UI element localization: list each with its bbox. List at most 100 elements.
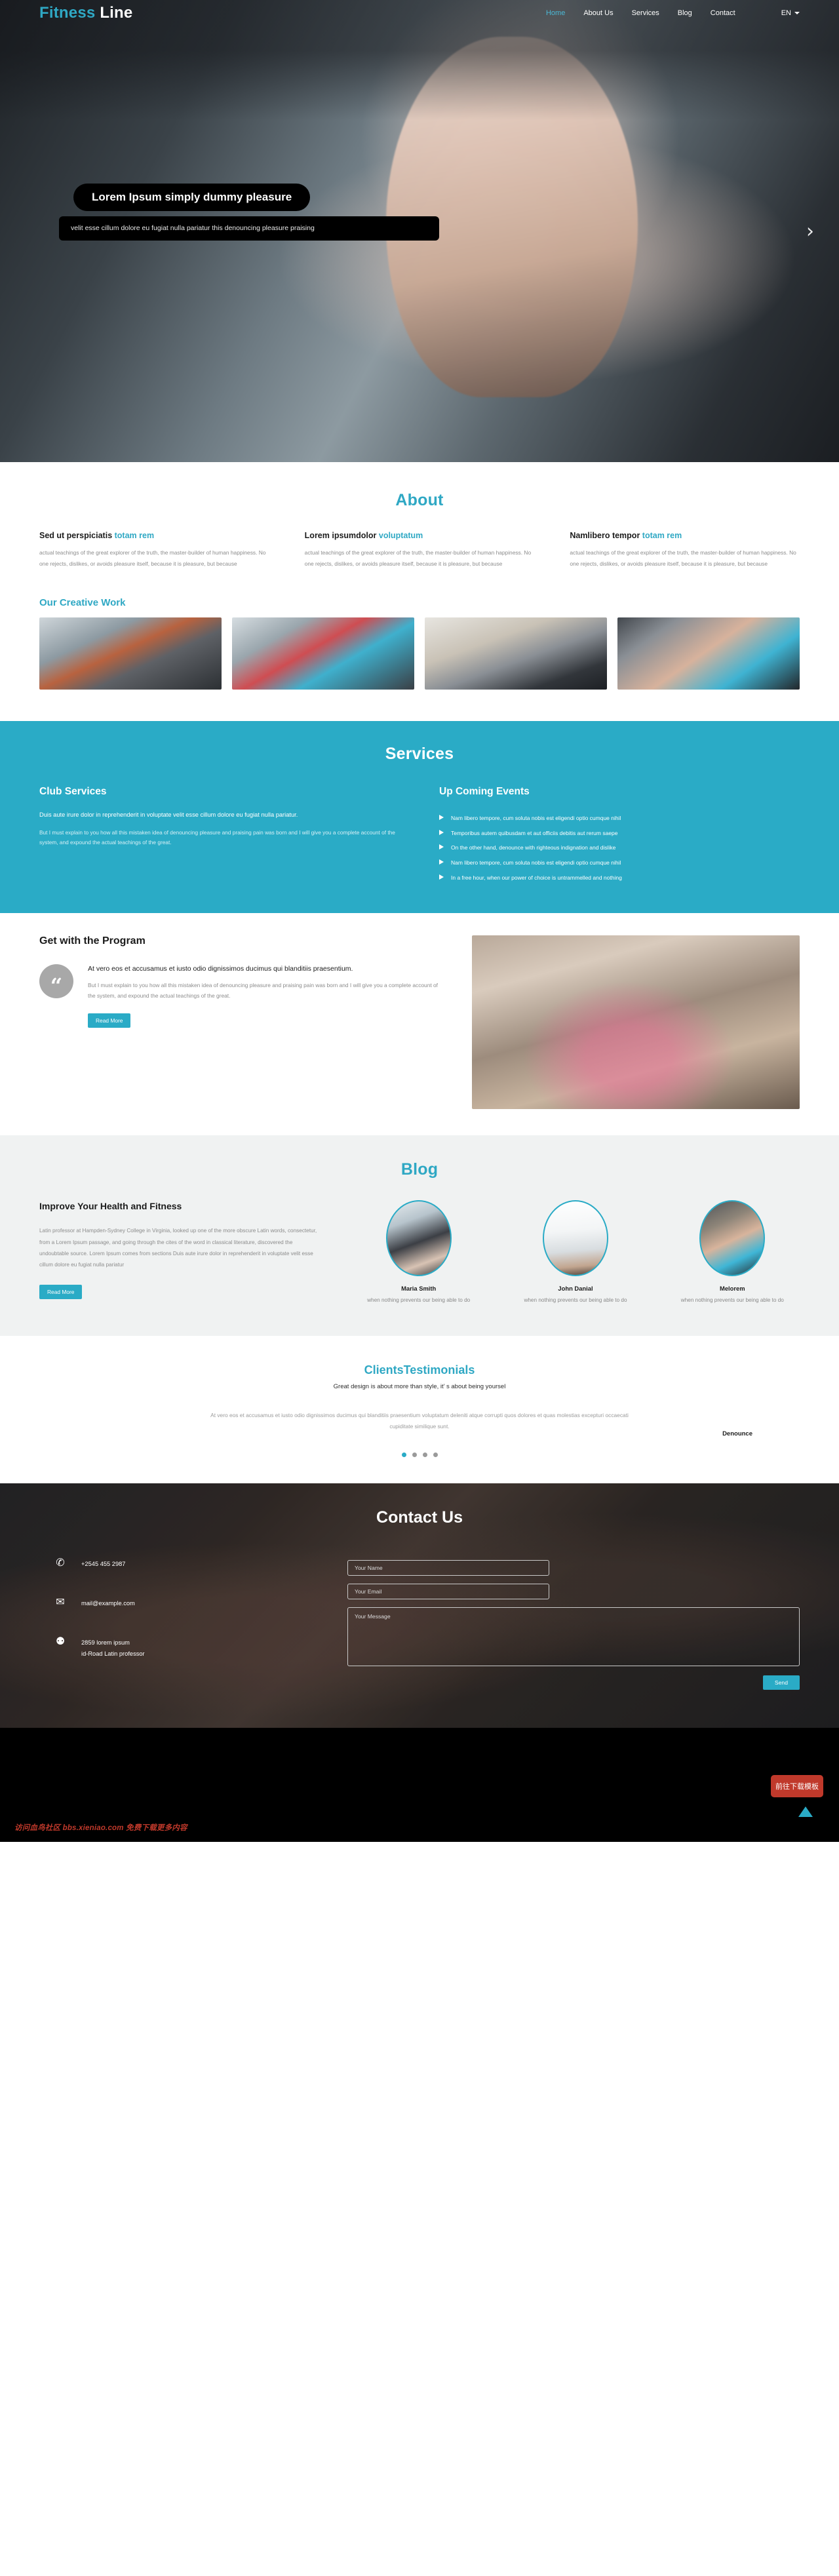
creative-work-gallery — [39, 617, 800, 721]
about-column-body: actual teachings of the great explorer o… — [570, 549, 796, 567]
creative-work-title: Our Creative Work — [39, 596, 126, 608]
about-column-body: actual teachings of the great explorer o… — [304, 549, 532, 567]
contact-info-phone: ✆ +2545 455 2987 — [54, 1557, 321, 1569]
hero-next-arrow-icon[interactable]: › — [806, 220, 814, 243]
hero-section: Fitness Line Home About Us Services Blog… — [0, 0, 839, 462]
avatar — [542, 1200, 608, 1276]
event-list-item[interactable]: In a free hour, when our power of choice… — [439, 870, 800, 886]
hero-subtitle: velit esse cillum dolore eu fugiat nulla… — [59, 216, 439, 241]
author-name: John Danial — [558, 1284, 593, 1292]
hero-title: Lorem Ipsum simply dummy pleasure — [73, 184, 311, 211]
program-text-block: Get with the Program “ At vero eos et ac… — [39, 935, 446, 1028]
about-section: About Sed ut perspiciatis totam rem actu… — [0, 462, 839, 721]
carousel-dot[interactable] — [412, 1452, 417, 1457]
club-services-lead: Duis aute irure dolor in reprehenderit i… — [39, 811, 298, 818]
author-card[interactable]: Melorem when nothing prevents our being … — [665, 1200, 800, 1304]
site-header: Fitness Line Home About Us Services Blog… — [0, 0, 839, 25]
upcoming-events-heading: Up Coming Events — [439, 785, 530, 797]
about-column-heading: Lorem ipsumdolor voluptatum — [304, 531, 423, 540]
scroll-to-top-icon[interactable] — [798, 1806, 813, 1817]
contact-address-value: 2859 lorem ipsum id-Road Latin professor — [81, 1639, 145, 1657]
upcoming-events-column: Up Coming Events Nam libero tempore, cum… — [439, 786, 800, 886]
email-field[interactable] — [347, 1583, 549, 1599]
blog-title: Blog — [400, 1160, 439, 1179]
blog-article: Improve Your Health and Fitness Latin pr… — [39, 1200, 321, 1300]
event-list-item[interactable]: Nam libero tempore, cum soluta nobis est… — [439, 811, 800, 826]
services-columns: Club Services Duis aute irure dolor in r… — [39, 786, 800, 886]
triangle-bullet-icon — [439, 874, 444, 880]
quote-mark-icon: “ — [39, 964, 73, 998]
triangle-bullet-icon — [439, 814, 444, 820]
blog-heading: Improve Your Health and Fitness — [39, 1200, 182, 1211]
message-field[interactable] — [347, 1607, 800, 1666]
event-list-item[interactable]: Temporibus autem quibusdam et aut offici… — [439, 826, 800, 841]
about-title: About — [395, 491, 444, 509]
author-caption: when nothing prevents our being able to … — [367, 1297, 471, 1303]
author-card[interactable]: Maria Smith when nothing prevents our be… — [351, 1200, 486, 1304]
author-caption: when nothing prevents our being able to … — [524, 1297, 627, 1303]
about-column-heading: Namlibero tempor totam rem — [570, 531, 682, 540]
nav-item-home[interactable]: Home — [546, 9, 565, 17]
site-logo[interactable]: Fitness Line — [39, 4, 132, 22]
program-yoga-photo — [472, 935, 800, 1109]
contact-phone-value[interactable]: +2545 455 2987 — [81, 1557, 125, 1569]
gallery-image-treadmill[interactable] — [39, 617, 222, 690]
triangle-bullet-icon — [439, 829, 444, 835]
mail-icon: ✉ — [56, 1595, 65, 1609]
watermark-text: 访问血鸟社区 bbs.xieniao.com 免费下载更多内容 — [14, 1824, 187, 1832]
site-footer: 前往下载模板 访问血鸟社区 bbs.xieniao.com 免费下载更多内容 — [0, 1727, 839, 1842]
nav-item-services[interactable]: Services — [632, 9, 659, 17]
avatar — [385, 1200, 452, 1276]
name-field[interactable] — [347, 1559, 549, 1576]
contact-info-email: ✉ mail@example.com — [54, 1597, 321, 1609]
about-column: Lorem ipsumdolor voluptatum actual teach… — [305, 530, 535, 570]
testimonials-section: ClientsTestimonials Great design is abou… — [0, 1335, 839, 1483]
main-nav: Home About Us Services Blog Contact — [546, 9, 735, 17]
contact-section: Contact Us ✆ +2545 455 2987 ✉ mail@examp… — [0, 1483, 839, 1728]
nav-item-contact[interactable]: Contact — [711, 9, 735, 17]
about-column-heading: Sed ut perspiciatis totam rem — [39, 531, 155, 540]
event-list-item[interactable]: Nam libero tempore, cum soluta nobis est… — [439, 855, 800, 870]
language-selector[interactable]: EN — [781, 9, 800, 17]
blog-authors: Maria Smith when nothing prevents our be… — [351, 1200, 800, 1304]
logo-first-word: Fitness — [39, 4, 96, 22]
nav-item-blog[interactable]: Blog — [678, 9, 692, 17]
blog-read-more-button[interactable]: Read More — [39, 1285, 83, 1300]
upcoming-events-list: Nam libero tempore, cum soluta nobis est… — [439, 811, 800, 886]
blog-body: Latin professor at Hampden-Sydney Colleg… — [39, 1228, 317, 1268]
program-quote-body: But I must explain to you how all this m… — [88, 982, 438, 1000]
chevron-down-icon — [794, 12, 800, 14]
gallery-image-crossfit-box[interactable] — [425, 617, 607, 690]
navbar: Fitness Line Home About Us Services Blog… — [39, 0, 800, 22]
logo-second-word: Line — [100, 4, 133, 22]
event-list-item[interactable]: On the other hand, denounce with righteo… — [439, 840, 800, 855]
page-root: Fitness Line Home About Us Services Blog… — [0, 0, 839, 1842]
author-name: Melorem — [720, 1284, 745, 1292]
author-name: Maria Smith — [401, 1284, 437, 1292]
gallery-image-barbell-class[interactable] — [232, 617, 414, 690]
program-read-more-button[interactable]: Read More — [88, 1013, 131, 1028]
carousel-dot[interactable] — [433, 1452, 438, 1457]
blog-section: Blog Improve Your Health and Fitness Lat… — [0, 1135, 839, 1336]
program-section: Get with the Program “ At vero eos et ac… — [0, 912, 839, 1135]
program-heading: Get with the Program — [39, 935, 146, 946]
testimonials-subtitle: Great design is about more than style, i… — [333, 1382, 506, 1390]
author-card[interactable]: John Danial when nothing prevents our be… — [508, 1200, 642, 1304]
download-template-badge[interactable]: 前往下载模板 — [771, 1774, 823, 1797]
carousel-dot[interactable] — [422, 1452, 427, 1457]
triangle-bullet-icon — [439, 844, 444, 850]
about-column: Namlibero tempor totam rem actual teachi… — [570, 530, 800, 570]
contact-info-address: ⚉ 2859 lorem ipsum id-Road Latin profess… — [54, 1636, 321, 1659]
about-columns: Sed ut perspiciatis totam rem actual tea… — [39, 530, 800, 570]
triangle-bullet-icon — [439, 859, 444, 865]
phone-icon: ✆ — [56, 1555, 65, 1569]
avatar — [699, 1200, 766, 1276]
language-label: EN — [781, 9, 791, 17]
send-button[interactable]: Send — [762, 1675, 800, 1690]
contact-email-value[interactable]: mail@example.com — [81, 1597, 135, 1609]
gallery-image-shoulder-press[interactable] — [617, 617, 800, 690]
nav-item-about-us[interactable]: About Us — [583, 9, 613, 17]
carousel-dot[interactable] — [401, 1452, 406, 1457]
author-caption: when nothing prevents our being able to … — [680, 1297, 784, 1303]
club-services-column: Club Services Duis aute irure dolor in r… — [39, 786, 400, 886]
